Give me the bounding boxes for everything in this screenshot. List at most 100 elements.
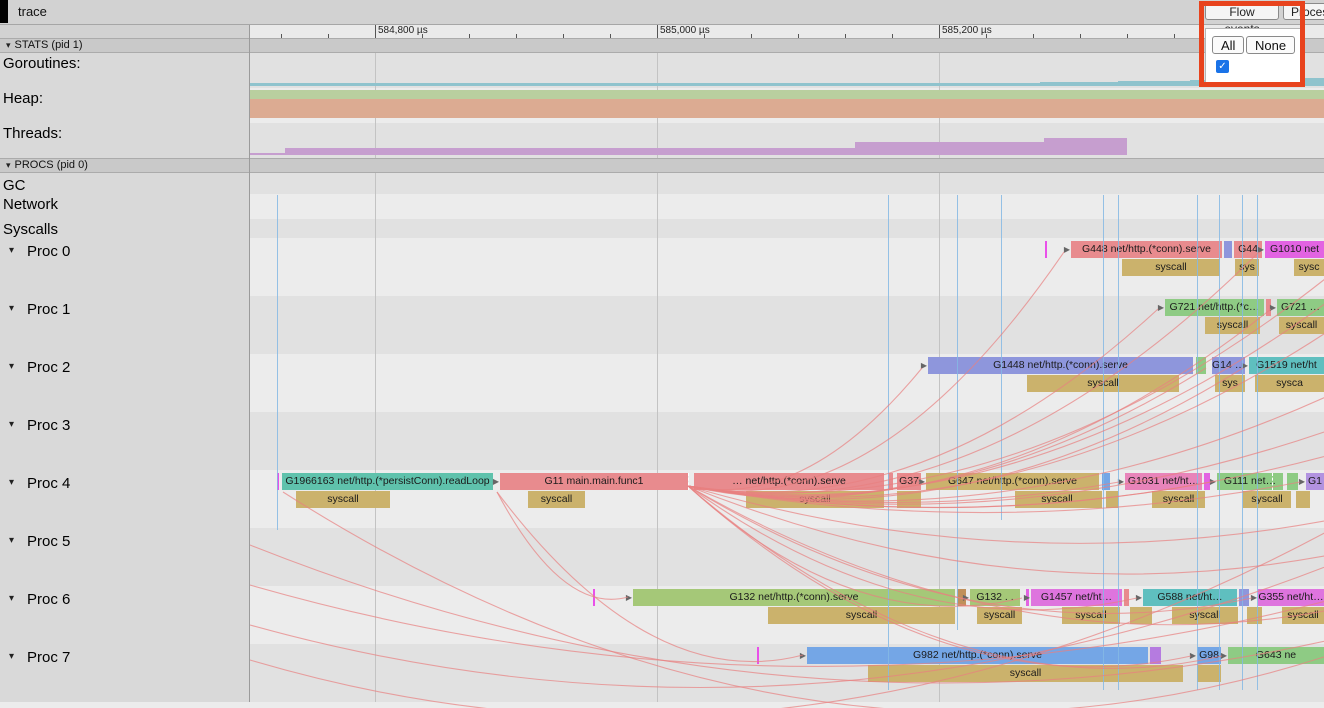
syscall-slice[interactable]: syscall (768, 607, 955, 624)
syscall-slice[interactable]: sys (1235, 259, 1259, 276)
proc-collapse-triangle-icon[interactable]: ▾ (9, 477, 14, 488)
flow-category-checkbox[interactable]: ✓ (1216, 60, 1229, 73)
track-row-label: GC (3, 177, 26, 194)
selection-dash-line (688, 473, 690, 490)
flow-events-button[interactable]: Flow events (1205, 3, 1279, 20)
instant-event-tick[interactable] (593, 589, 595, 606)
counter-sample-line (888, 195, 889, 690)
track-band (250, 219, 1324, 238)
goroutine-slice[interactable]: G1457 net/ht… (1031, 589, 1122, 606)
goroutine-slice[interactable] (1124, 589, 1129, 606)
stat-area-step (250, 83, 1040, 86)
proc-row-label[interactable]: Proc 2 (27, 359, 70, 376)
flow-none-button[interactable]: None (1246, 36, 1295, 54)
goroutine-slice[interactable]: G647 net/http.(*conn).serve (926, 473, 1099, 490)
goroutine-slice[interactable]: G1010 net (1265, 241, 1324, 258)
goroutine-slice[interactable]: G132 . . (970, 589, 1020, 606)
ruler-major-tick (657, 24, 658, 38)
syscall-slice[interactable]: syscall (977, 607, 1022, 624)
syscall-slice[interactable]: syscall (296, 491, 390, 508)
syscall-slice[interactable] (1296, 491, 1310, 508)
proc-row-label[interactable]: Proc 7 (27, 649, 70, 666)
syscall-slice[interactable]: syscall (1062, 607, 1120, 624)
proc-row-label[interactable]: Proc 6 (27, 591, 70, 608)
goroutine-slice[interactable]: G355 net/ht… (1258, 589, 1324, 606)
section-header-stats[interactable]: ▾STATS (pid 1) (0, 38, 1324, 53)
syscall-slice[interactable]: syscall (1122, 259, 1220, 276)
flow-all-button[interactable]: All (1212, 36, 1244, 54)
goroutine-slice[interactable] (1239, 589, 1249, 606)
goroutine-slice[interactable]: G448 net/http.(*conn).serve (1071, 241, 1222, 258)
syscall-slice[interactable]: sysc (1294, 259, 1324, 276)
syscall-slice[interactable] (1106, 491, 1118, 508)
ruler-major-tick (939, 24, 940, 38)
syscall-slice[interactable]: syscall (1243, 491, 1291, 508)
stat-row-label: Threads: (3, 125, 62, 142)
syscall-slice[interactable]: syscall (1282, 607, 1324, 624)
slice-start-arrow-icon: ▶ (1209, 473, 1217, 490)
stat-area-step (1118, 81, 1190, 86)
proc-row-label[interactable]: Proc 4 (27, 475, 70, 492)
proc-collapse-triangle-icon[interactable]: ▾ (9, 651, 14, 662)
slice-start-arrow-icon: ▶ (1023, 589, 1031, 606)
bottom-strip (0, 702, 1324, 708)
goroutine-slice[interactable]: G1 (1306, 473, 1324, 490)
syscall-slice[interactable]: syscall (1015, 491, 1099, 508)
proc-row-label[interactable]: Proc 5 (27, 533, 70, 550)
section-header-procs[interactable]: ▾PROCS (pid 0) (0, 158, 1324, 173)
proc-row-label[interactable]: Proc 0 (27, 243, 70, 260)
proc-collapse-triangle-icon[interactable]: ▾ (9, 593, 14, 604)
syscall-slice[interactable]: syscall (1205, 317, 1260, 334)
goroutine-slice[interactable]: G982 net/http.(*conn).serve (807, 647, 1148, 664)
syscall-slice[interactable]: syscall (1279, 317, 1324, 334)
proc-collapse-triangle-icon[interactable]: ▾ (9, 419, 14, 430)
syscall-slice[interactable] (897, 491, 921, 508)
instant-event-tick[interactable] (757, 647, 759, 664)
proc-collapse-triangle-icon[interactable]: ▾ (9, 361, 14, 372)
syscall-slice[interactable]: syscall (746, 491, 884, 508)
goroutine-slice[interactable]: G11 main.main.func1 (500, 473, 688, 490)
goroutine-slice[interactable]: G721 … (1277, 299, 1324, 316)
slice-start-arrow-icon: ▶ (1257, 241, 1265, 258)
goroutine-slice[interactable] (1287, 473, 1298, 490)
proc-collapse-triangle-icon[interactable]: ▾ (9, 245, 14, 256)
syscall-slice[interactable]: syscall (868, 665, 1183, 682)
syscall-slice[interactable]: syscall (1172, 607, 1238, 624)
goroutine-slice[interactable]: G588 net/ht… (1143, 589, 1237, 606)
goroutine-slice[interactable]: G98 (1197, 647, 1221, 664)
goroutine-slice[interactable]: G132 net/http.(*conn).serve (633, 589, 955, 606)
goroutine-slice[interactable]: … net/http.(*conn).serve (694, 473, 884, 490)
goroutine-slice[interactable]: G721 net/http.(*c… (1165, 299, 1264, 316)
counter-sample-line (277, 195, 278, 530)
slice-start-arrow-icon: ▶ (492, 473, 500, 490)
syscall-slice[interactable]: syscall (528, 491, 585, 508)
window-corner (0, 0, 8, 23)
proc-row-label[interactable]: Proc 1 (27, 301, 70, 318)
slice-start-arrow-icon: ▶ (1157, 299, 1165, 316)
goroutine-slice[interactable]: G1031 net/ht… (1125, 473, 1202, 490)
proc-collapse-triangle-icon[interactable]: ▾ (9, 535, 14, 546)
slice-start-arrow-icon: ▶ (799, 647, 807, 664)
goroutine-slice[interactable]: G1448 net/http.(*conn).serve (928, 357, 1193, 374)
goroutine-slice[interactable]: G1519 net/ht (1249, 357, 1324, 374)
goroutine-slice[interactable] (1150, 647, 1161, 664)
ruler-left-spacer (0, 24, 249, 38)
processes-button[interactable]: Processes (1283, 3, 1324, 20)
counter-sample-line (1219, 195, 1220, 690)
syscall-slice[interactable] (1247, 607, 1262, 624)
proc-row-label[interactable]: Proc 3 (27, 417, 70, 434)
toolbar: trace Flow events Processes (0, 0, 1324, 25)
collapse-triangle-icon: ▾ (6, 40, 11, 50)
proc-collapse-triangle-icon[interactable]: ▾ (9, 303, 14, 314)
collapse-triangle-icon: ▾ (6, 160, 11, 170)
syscall-slice[interactable]: sysca (1255, 375, 1324, 392)
syscall-slice[interactable] (1093, 491, 1102, 508)
slice-start-arrow-icon: ▶ (1135, 589, 1143, 606)
goroutine-slice[interactable] (1224, 241, 1232, 258)
slice-start-arrow-icon: ▶ (1220, 647, 1228, 664)
syscall-slice[interactable] (1197, 665, 1221, 682)
instant-event-tick[interactable] (1045, 241, 1047, 258)
track-band (250, 528, 1324, 586)
syscall-slice[interactable] (1130, 607, 1152, 624)
goroutine-slice[interactable]: G1966163 net/http.(*persistConn).readLoo… (282, 473, 493, 490)
